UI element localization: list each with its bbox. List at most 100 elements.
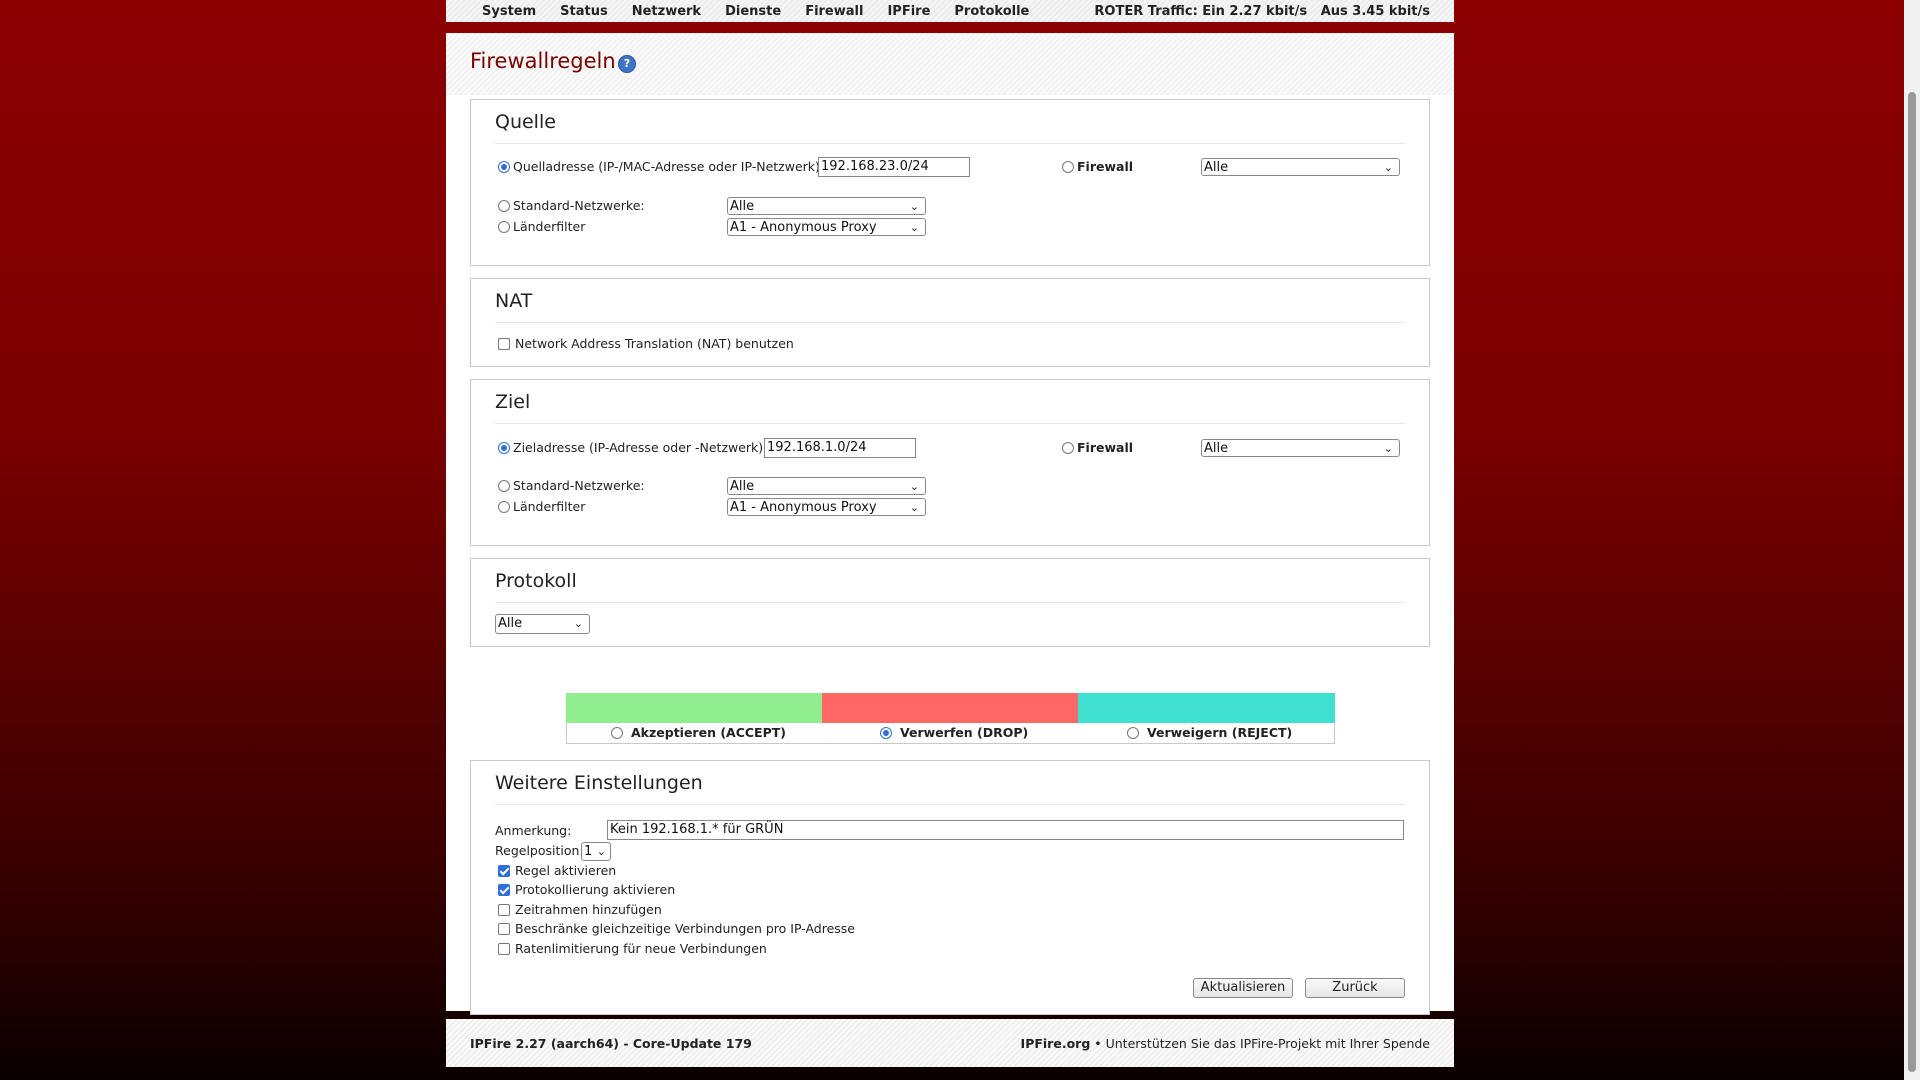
dest-country-filter-select[interactable]: A1 - Anonymous Proxy ⌄ xyxy=(727,498,926,516)
timeframe-checkbox[interactable] xyxy=(498,903,510,916)
help-icon[interactable]: ? xyxy=(618,55,636,73)
chevron-down-icon: ⌄ xyxy=(596,845,606,858)
source-section-title: Quelle xyxy=(495,111,556,133)
chevron-down-icon: ⌄ xyxy=(1383,442,1393,455)
scrollbar-thumb[interactable] xyxy=(1908,92,1916,1072)
divider xyxy=(495,322,1405,323)
protocol-select-value: Alle xyxy=(498,616,523,631)
protocol-section: Protokoll Alle ⌄ xyxy=(470,558,1430,647)
drop-option[interactable]: Verwerfen (DROP) xyxy=(880,725,1028,740)
source-address-input[interactable]: 192.168.23.0/24 xyxy=(818,157,970,177)
enable-logging-row: Protokollierung aktivieren xyxy=(498,882,675,897)
source-address-row: Quelladresse (IP-/MAC-Adresse oder IP-Ne… xyxy=(498,159,824,174)
drop-radio[interactable] xyxy=(880,726,892,739)
further-settings-section: Weitere Einstellungen Anmerkung: Kein 19… xyxy=(470,760,1430,1015)
nav-item-status[interactable]: Status xyxy=(560,4,608,19)
limit-concurrent-checkbox[interactable] xyxy=(498,922,510,935)
rate-limit-row: Ratenlimitierung für neue Verbindungen xyxy=(498,941,767,956)
source-standard-networks-radio[interactable] xyxy=(498,199,510,212)
enable-logging-label: Protokollierung aktivieren xyxy=(515,882,676,897)
protocol-select[interactable]: Alle ⌄ xyxy=(495,614,590,634)
timeframe-row: Zeitrahmen hinzufügen xyxy=(498,902,662,917)
rule-position-label-text: Regelposition: xyxy=(495,843,584,858)
enable-rule-row: Regel aktivieren xyxy=(498,863,616,878)
enable-rule-checkbox[interactable] xyxy=(498,864,510,877)
reject-radio[interactable] xyxy=(1127,726,1139,739)
accept-label: Akzeptieren (ACCEPT) xyxy=(631,725,786,740)
nat-row: Network Address Translation (NAT) benutz… xyxy=(498,336,794,351)
dest-country-filter-label: Länderfilter xyxy=(513,499,586,514)
source-section: Quelle Quelladresse (IP-/MAC-Adresse ode… xyxy=(470,99,1430,266)
timeframe-label: Zeitrahmen hinzufügen xyxy=(515,902,662,917)
nat-checkbox[interactable] xyxy=(498,337,510,350)
dest-firewall-radio[interactable] xyxy=(1062,441,1074,454)
divider xyxy=(495,143,1405,144)
dest-standard-networks-radio[interactable] xyxy=(498,479,510,492)
nat-checkbox-label: Network Address Translation (NAT) benutz… xyxy=(515,336,794,351)
remark-input[interactable]: Kein 192.168.1.* für GRÜN xyxy=(607,820,1404,840)
dest-country-filter-select-value: A1 - Anonymous Proxy xyxy=(730,500,877,515)
source-firewall-select[interactable]: Alle ⌄ xyxy=(1201,158,1400,176)
enable-logging-checkbox[interactable] xyxy=(498,883,510,896)
nav-item-system[interactable]: System xyxy=(482,4,536,19)
nav-item-dienste[interactable]: Dienste xyxy=(725,4,781,19)
back-button[interactable]: Zurück xyxy=(1305,978,1405,998)
drop-label: Verwerfen (DROP) xyxy=(900,725,1029,740)
reject-option[interactable]: Verweigern (REJECT) xyxy=(1127,725,1292,740)
dest-firewall-label: Firewall xyxy=(1077,440,1134,455)
nav-item-netzwerk[interactable]: Netzwerk xyxy=(632,4,701,19)
dest-address-row: Zieladresse (IP-Adresse oder -Netzwerk): xyxy=(498,440,767,455)
rule-position-select[interactable]: 1 ⌄ xyxy=(581,842,611,861)
footer-donate-text: • Unterstützen Sie das IPFire-Projekt mi… xyxy=(1090,1036,1430,1051)
dest-standard-networks-row: Standard-Netzwerke: xyxy=(498,478,645,493)
footer-version: IPFire 2.27 (aarch64) - Core-Update 179 xyxy=(470,1036,752,1051)
action-selector: Akzeptieren (ACCEPT) Verwerfen (DROP) Ve… xyxy=(566,693,1335,745)
chevron-down-icon: ⌄ xyxy=(1383,161,1393,174)
remark-label: Anmerkung: xyxy=(495,823,571,838)
source-country-filter-radio[interactable] xyxy=(498,220,510,233)
further-settings-title: Weitere Einstellungen xyxy=(495,772,703,794)
dest-standard-networks-select[interactable]: Alle ⌄ xyxy=(727,477,926,495)
footer-site-link[interactable]: IPFire.org xyxy=(1021,1036,1091,1051)
accept-radio[interactable] xyxy=(611,726,623,739)
destination-section: Ziel Zieladresse (IP-Adresse oder -Netzw… xyxy=(470,379,1430,546)
remark-label-text: Anmerkung: xyxy=(495,823,572,838)
source-firewall-radio[interactable] xyxy=(1062,160,1074,173)
source-standard-networks-label: Standard-Netzwerke: xyxy=(513,198,645,213)
source-standard-networks-row: Standard-Netzwerke: xyxy=(498,198,645,213)
source-country-filter-select[interactable]: A1 - Anonymous Proxy ⌄ xyxy=(727,218,926,236)
dest-standard-networks-select-value: Alle xyxy=(730,479,755,494)
dest-standard-networks-label: Standard-Netzwerke: xyxy=(513,478,645,493)
source-standard-networks-select-value: Alle xyxy=(730,199,755,214)
protocol-section-title: Protokoll xyxy=(495,570,577,592)
nav-item-firewall[interactable]: Firewall xyxy=(805,4,863,19)
chevron-down-icon: ⌄ xyxy=(909,480,919,493)
dest-address-radio[interactable] xyxy=(498,441,510,454)
dest-address-input[interactable]: 192.168.1.0/24 xyxy=(764,438,916,458)
nav-item-ipfire[interactable]: IPFire xyxy=(887,4,930,19)
source-firewall-select-value: Alle xyxy=(1204,160,1229,175)
limit-concurrent-row: Beschränke gleichzeitige Verbindungen pr… xyxy=(498,921,855,936)
reject-color-swatch xyxy=(1078,693,1335,723)
dest-firewall-row: Firewall xyxy=(1062,440,1133,455)
footer-links: IPFire.org • Unterstützen Sie das IPFire… xyxy=(1021,1036,1430,1051)
source-address-radio[interactable] xyxy=(498,160,510,173)
rate-limit-label: Ratenlimitierung für neue Verbindungen xyxy=(515,941,767,956)
traffic-status: ROTER Traffic: Ein 2.27 kbit/s Aus 3.45 … xyxy=(1094,3,1430,19)
action-labels: Akzeptieren (ACCEPT) Verwerfen (DROP) Ve… xyxy=(566,723,1335,744)
chevron-down-icon: ⌄ xyxy=(909,221,919,234)
source-country-filter-select-value: A1 - Anonymous Proxy xyxy=(730,220,877,235)
vertical-scrollbar[interactable] xyxy=(1904,0,1920,1080)
source-country-filter-row: Länderfilter xyxy=(498,219,585,234)
rate-limit-checkbox[interactable] xyxy=(498,942,510,955)
source-country-filter-label: Länderfilter xyxy=(513,219,586,234)
rule-position-select-value: 1 xyxy=(584,844,593,859)
update-button[interactable]: Aktualisieren xyxy=(1193,978,1293,998)
source-address-label: Quelladresse (IP-/MAC-Adresse oder IP-Ne… xyxy=(513,159,825,174)
accept-option[interactable]: Akzeptieren (ACCEPT) xyxy=(611,725,786,740)
dest-country-filter-radio[interactable] xyxy=(498,500,510,513)
nav-item-protokolle[interactable]: Protokolle xyxy=(954,4,1029,19)
page-header: Firewallregeln ? xyxy=(446,33,1454,95)
source-standard-networks-select[interactable]: Alle ⌄ xyxy=(727,197,926,215)
dest-firewall-select[interactable]: Alle ⌄ xyxy=(1201,439,1400,457)
